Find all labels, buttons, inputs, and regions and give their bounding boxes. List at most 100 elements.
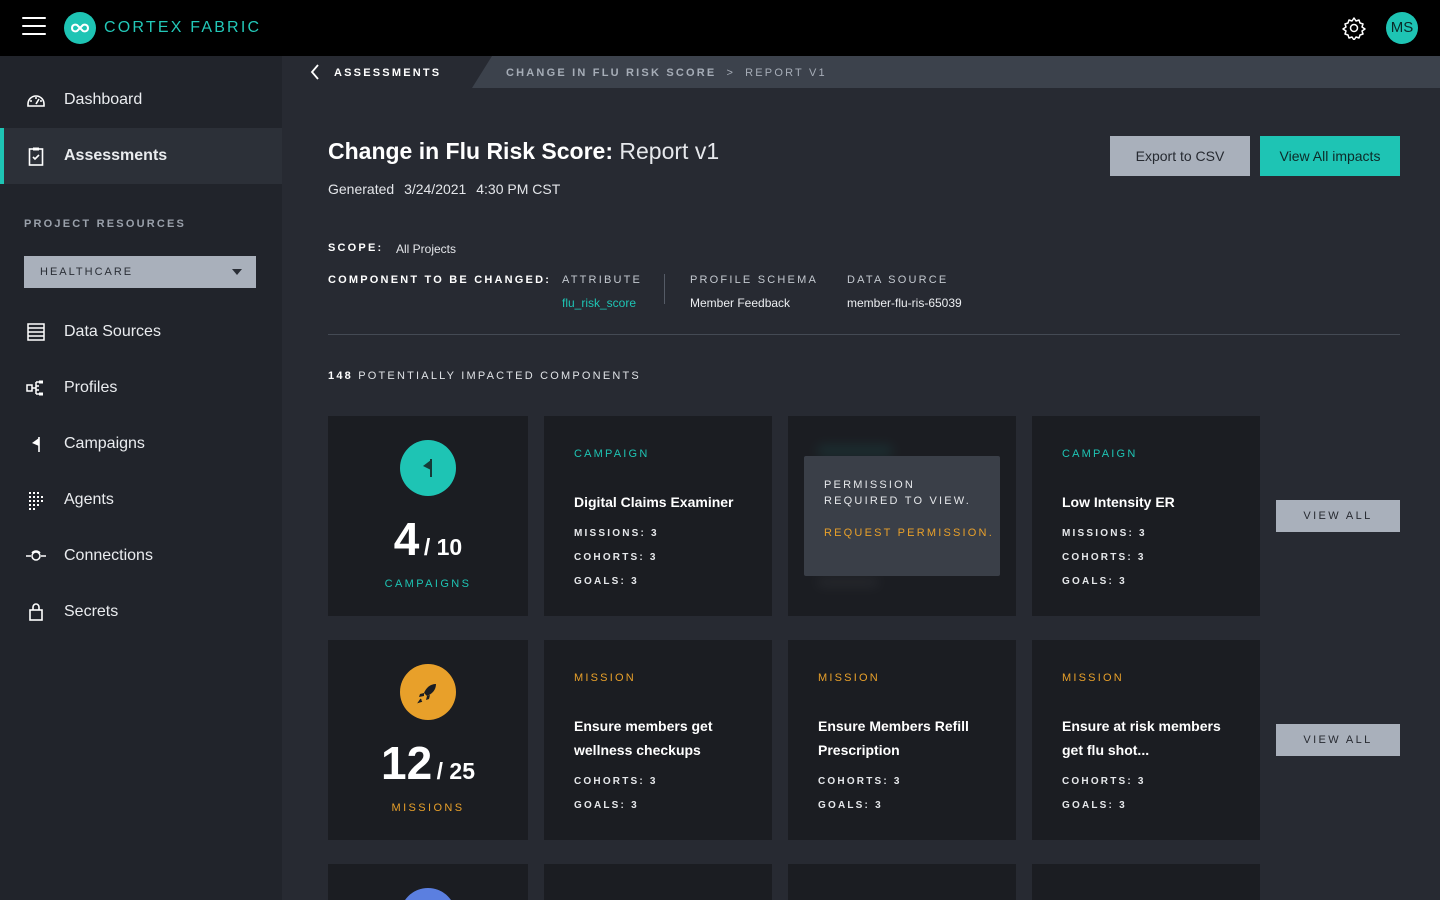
card-type: CAMPAIGN bbox=[1062, 448, 1138, 460]
card-type: MISSION bbox=[1062, 672, 1124, 684]
project-select[interactable]: HEALTHCARE bbox=[24, 256, 256, 288]
missions-count-value: 12 bbox=[381, 737, 433, 789]
scope-value: All Projects bbox=[396, 242, 457, 256]
sidebar-item-label: Campaigns bbox=[64, 435, 145, 452]
view-all-missions-button[interactable]: VIEW ALL bbox=[1276, 724, 1400, 756]
sidebar: Dashboard Assessments PROJECT RESOURCES … bbox=[0, 56, 282, 900]
sidebar-item-agents[interactable]: Agents bbox=[0, 472, 282, 528]
connections-icon bbox=[26, 550, 46, 561]
profiles-summary-card[interactable] bbox=[328, 864, 528, 900]
source-meta: DATA SOURCE member-flu-ris-65039 bbox=[847, 274, 962, 310]
breadcrumb-separator: > bbox=[726, 67, 736, 79]
chevron-left-icon bbox=[310, 64, 320, 80]
card-stat: COHORTS: 3 bbox=[818, 776, 902, 787]
missions-count: 12 / 25 bbox=[328, 736, 528, 790]
divider bbox=[328, 334, 1400, 335]
rocket-icon bbox=[400, 664, 456, 720]
page-title-bold: Change in Flu Risk Score: bbox=[328, 138, 613, 164]
campaigns-label: CAMPAIGNS bbox=[384, 578, 472, 590]
sidebar-item-secrets[interactable]: Secrets bbox=[0, 584, 282, 640]
impacted-count: 148 bbox=[328, 370, 353, 382]
scope-label: SCOPE: bbox=[328, 242, 384, 254]
card-stat: COHORTS: 3 bbox=[1062, 776, 1146, 787]
generated-time: 4:30 PM CST bbox=[476, 181, 561, 197]
data-sources-icon bbox=[27, 323, 45, 341]
campaign-card[interactable]: CAMPAIGN Digital Claims Examiner MISSION… bbox=[544, 416, 772, 616]
view-all-impacts-button[interactable]: View All impacts bbox=[1260, 136, 1400, 176]
campaigns-count: 4 / 10 bbox=[328, 512, 528, 566]
request-permission-link[interactable]: REQUEST PERMISSION. bbox=[824, 525, 994, 541]
flag-icon bbox=[400, 440, 456, 496]
card-stat: MISSIONS: 3 bbox=[1062, 528, 1147, 539]
blurred-content bbox=[818, 578, 878, 586]
campaigns-count-value: 4 bbox=[393, 513, 420, 565]
missions-count-total: / 25 bbox=[436, 758, 475, 784]
avatar[interactable]: MS bbox=[1386, 12, 1418, 44]
profile-card[interactable] bbox=[788, 864, 1016, 900]
component-label: COMPONENT TO BE CHANGED: bbox=[328, 274, 552, 286]
campaigns-count-total: / 10 bbox=[423, 534, 463, 560]
sidebar-item-label: Profiles bbox=[64, 379, 118, 396]
profile-card[interactable] bbox=[544, 864, 772, 900]
view-all-campaigns-button[interactable]: VIEW ALL bbox=[1276, 500, 1400, 532]
card-title: Ensure at risk members get flu shot... bbox=[1062, 718, 1221, 758]
divider bbox=[664, 274, 665, 304]
missions-summary-card[interactable]: 12 / 25 MISSIONS bbox=[328, 640, 528, 840]
card-stat: COHORTS: 3 bbox=[1062, 552, 1146, 563]
card-stat: MISSIONS: 3 bbox=[574, 528, 659, 539]
generated-date: 3/24/2021 bbox=[404, 181, 467, 197]
sidebar-item-assessments[interactable]: Assessments bbox=[0, 128, 282, 184]
missions-label: MISSIONS bbox=[391, 802, 465, 814]
gear-icon[interactable] bbox=[1342, 16, 1366, 41]
chevron-down-icon bbox=[232, 269, 242, 275]
schema-label: PROFILE SCHEMA bbox=[690, 274, 818, 286]
attribute-link[interactable]: flu_risk_score bbox=[562, 296, 642, 310]
breadcrumb-trail: CHANGE IN FLU RISK SCORE > REPORT V1 bbox=[506, 67, 827, 79]
mission-card[interactable]: MISSION Ensure members get wellness chec… bbox=[544, 640, 772, 840]
card-type: CAMPAIGN bbox=[574, 448, 650, 460]
mission-card[interactable]: MISSION Ensure Members Refill Prescripti… bbox=[788, 640, 1016, 840]
schema-value: Member Feedback bbox=[690, 296, 791, 310]
sidebar-item-connections[interactable]: Connections bbox=[0, 528, 282, 584]
sidebar-item-label: Connections bbox=[64, 547, 153, 564]
sidebar-item-data-sources[interactable]: Data Sources bbox=[0, 304, 282, 360]
profiles-icon bbox=[26, 380, 43, 396]
sidebar-item-campaigns[interactable]: Campaigns bbox=[0, 416, 282, 472]
card-title: Digital Claims Examiner bbox=[574, 494, 734, 510]
card-stat: GOALS: 3 bbox=[818, 800, 883, 811]
restricted-card: PERMISSION REQUIRED TO VIEW. REQUEST PER… bbox=[788, 416, 1016, 616]
brand-name: CORTEX FABRIC bbox=[104, 19, 262, 36]
sidebar-item-label: Secrets bbox=[64, 603, 119, 620]
attribute-meta: ATTRIBUTE flu_risk_score bbox=[562, 274, 642, 310]
profile-icon bbox=[400, 888, 456, 900]
breadcrumb-back-link[interactable]: ASSESSMENTS bbox=[282, 56, 492, 88]
generated-info: Generated 3/24/2021 4:30 PM CST bbox=[328, 181, 560, 197]
campaign-card[interactable]: CAMPAIGN Low Intensity ER MISSIONS: 3 CO… bbox=[1032, 416, 1260, 616]
export-csv-button[interactable]: Export to CSV bbox=[1110, 136, 1250, 176]
permission-overlay: PERMISSION REQUIRED TO VIEW. REQUEST PER… bbox=[804, 456, 1000, 576]
sidebar-item-label: Data Sources bbox=[64, 323, 161, 340]
card-stat: COHORTS: 3 bbox=[574, 552, 658, 563]
breadcrumb-back-label: ASSESSMENTS bbox=[334, 67, 442, 79]
source-value: member-flu-ris-65039 bbox=[847, 296, 962, 310]
sidebar-item-label: Assessments bbox=[64, 147, 168, 164]
lock-icon bbox=[29, 603, 43, 621]
card-stat: GOALS: 3 bbox=[574, 800, 639, 811]
cortex-logo-icon bbox=[64, 12, 96, 44]
page-title: Change in Flu Risk Score: Report v1 bbox=[328, 138, 719, 165]
generated-label: Generated bbox=[328, 181, 395, 197]
source-label: DATA SOURCE bbox=[847, 274, 949, 286]
blurred-content bbox=[818, 446, 892, 456]
agents-icon bbox=[29, 492, 43, 510]
sidebar-item-dashboard[interactable]: Dashboard bbox=[0, 72, 282, 128]
sidebar-item-profiles[interactable]: Profiles bbox=[0, 360, 282, 416]
sidebar-item-label: Dashboard bbox=[64, 91, 143, 108]
campaigns-summary-card[interactable]: 4 / 10 CAMPAIGNS bbox=[328, 416, 528, 616]
menu-icon[interactable] bbox=[22, 17, 46, 37]
restricted-card bbox=[1032, 864, 1260, 900]
breadcrumb-current: REPORT V1 bbox=[745, 67, 827, 79]
project-select-value: HEALTHCARE bbox=[40, 266, 134, 278]
card-stat: COHORTS: 3 bbox=[574, 776, 658, 787]
mission-card[interactable]: MISSION Ensure at risk members get flu s… bbox=[1032, 640, 1260, 840]
breadcrumb-parent[interactable]: CHANGE IN FLU RISK SCORE bbox=[506, 67, 716, 79]
